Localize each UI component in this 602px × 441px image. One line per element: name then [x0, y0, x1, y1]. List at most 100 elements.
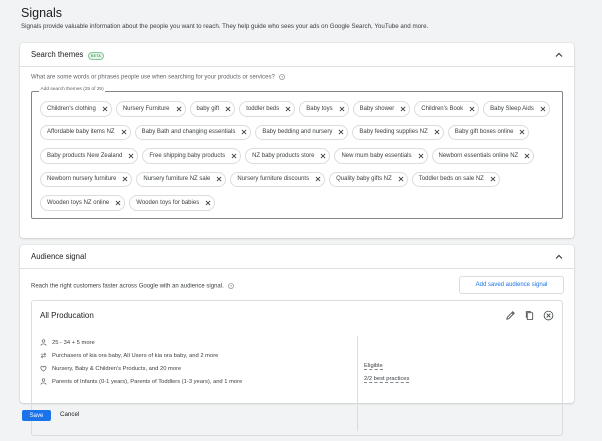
remove-chip-icon[interactable]	[320, 153, 326, 159]
help-icon[interactable]: ?	[227, 283, 234, 289]
audience-description-text: Reach the right customers faster across …	[31, 283, 224, 290]
question-text: What are some words or phrases people us…	[31, 74, 275, 81]
search-themes-title: Search themes	[31, 50, 84, 59]
remove-chip-icon[interactable]	[338, 129, 344, 135]
remove-chip-icon[interactable]	[205, 200, 211, 206]
search-themes-field-label: Add search themes (25 of 25)	[39, 87, 106, 92]
search-theme-chip-label: Baby bedding and nursery	[262, 129, 333, 136]
remove-chip-icon[interactable]	[315, 176, 321, 182]
audience-demographics-row: 25 - 34 + 5 more	[40, 339, 95, 346]
search-theme-chip: Children's clothing	[40, 101, 112, 117]
search-theme-chip: Newborn nursery furniture	[40, 171, 133, 187]
heart-icon	[40, 365, 47, 372]
remove-chip-icon[interactable]	[418, 153, 424, 159]
remove-chip-icon[interactable]	[102, 106, 108, 112]
search-theme-chip-label: Baby Sleep Aids	[490, 105, 534, 112]
audience-name: All Producation	[40, 311, 94, 320]
search-theme-chip-label: New mum baby essentials	[341, 152, 412, 159]
search-theme-chip: Affordable baby items NZ	[40, 124, 131, 140]
remove-chip-icon[interactable]	[339, 106, 345, 112]
search-theme-chip-label: Newborn essentials online NZ	[438, 152, 519, 159]
interests-text: Nursery, Baby & Children's Products, and…	[52, 365, 182, 372]
search-theme-chip: Baby Sleep Aids	[483, 101, 550, 117]
audience-interests-row: Nursery, Baby & Children's Products, and…	[40, 365, 181, 372]
audience-signal-card: Audience signal Reach the right customer…	[20, 245, 574, 436]
audience-signal-description: Reach the right customers faster across …	[31, 283, 234, 290]
search-theme-chip-label: Nursery Furniture	[122, 105, 170, 112]
search-theme-chip-label: Baby Bath and changing essentials	[141, 129, 236, 136]
remove-chip-icon[interactable]	[490, 176, 496, 182]
remove-chip-icon[interactable]	[469, 106, 475, 112]
search-theme-chip-label: Children's Book	[421, 105, 464, 112]
add-saved-audience-button[interactable]: Add saved audience signal	[459, 276, 564, 294]
search-theme-chip: Baby Bath and changing essentials	[134, 124, 252, 140]
remove-chip-icon[interactable]	[122, 176, 128, 182]
page-title: Signals	[21, 6, 62, 20]
search-theme-chip: toddler beds	[239, 101, 296, 117]
parents-text: Parents of Infants (0-1 years), Parents …	[52, 378, 243, 385]
search-theme-chip-label: Baby feeding supplies NZ	[359, 129, 428, 136]
remove-chip-icon[interactable]	[524, 153, 530, 159]
remove-chip-icon[interactable]	[400, 106, 406, 112]
remove-chip-icon[interactable]	[216, 176, 222, 182]
audience-actions	[505, 310, 554, 321]
chevron-up-icon[interactable]	[554, 252, 564, 262]
search-theme-chip: Baby shower	[352, 101, 411, 117]
help-icon[interactable]: ?	[279, 74, 285, 80]
remove-chip-icon[interactable]	[540, 106, 546, 112]
svg-text:?: ?	[281, 75, 283, 79]
search-theme-chip: Nursery Furniture	[115, 101, 186, 117]
remove-chip-icon[interactable]	[121, 129, 127, 135]
demographics-text: 25 - 34 + 5 more	[52, 339, 95, 346]
remove-chip-icon[interactable]	[519, 129, 525, 135]
search-theme-chip-label: Newborn nursery furniture	[47, 176, 117, 183]
search-theme-chip: Nursery furniture NZ sale	[136, 171, 227, 187]
save-button[interactable]: Save	[22, 410, 51, 421]
search-theme-chip-label: Wooden toys NZ online	[47, 199, 110, 206]
svg-text:?: ?	[230, 284, 232, 288]
search-theme-chip: Baby bedding and nursery	[255, 124, 349, 140]
chevron-up-icon[interactable]	[554, 50, 564, 60]
remove-chip-icon[interactable]	[115, 200, 121, 206]
search-theme-chip-label: Quality baby gifts NZ	[336, 176, 392, 183]
swap-icon	[40, 352, 47, 359]
audience-parents-row: Parents of Infants (0-1 years), Parents …	[40, 378, 242, 385]
search-theme-chip-label: Children's clothing	[47, 105, 96, 112]
search-theme-chip-label: Nursery furniture NZ sale	[143, 176, 211, 183]
search-theme-chip: Newborn essentials online NZ	[431, 148, 535, 164]
remove-icon[interactable]	[543, 310, 554, 321]
search-theme-chip-label: Affordable baby items NZ	[47, 129, 115, 136]
remove-chip-icon[interactable]	[285, 106, 291, 112]
search-theme-chip: NZ baby products store	[245, 148, 331, 164]
search-theme-chip: Wooden toys NZ online	[40, 195, 126, 211]
remove-chip-icon[interactable]	[128, 153, 134, 159]
remove-chip-icon[interactable]	[398, 176, 404, 182]
audience-signal-header[interactable]: Audience signal	[20, 245, 574, 269]
search-themes-header[interactable]: Search themes BETA	[20, 43, 574, 67]
search-theme-chips: Children's clothing Nursery Furniture baby…	[40, 101, 560, 211]
search-theme-chip-label: NZ baby products store	[252, 152, 315, 159]
search-theme-chip: Wooden toys for babies	[129, 195, 216, 211]
search-theme-chip-label: Wooden toys for babies	[136, 199, 200, 206]
remove-chip-icon[interactable]	[231, 153, 237, 159]
remove-chip-icon[interactable]	[225, 106, 231, 112]
audience-panel: All Producation 25 - 34 + 5 more Purchas…	[31, 300, 563, 436]
search-theme-chip-label: Nursery furniture discounts	[237, 176, 310, 183]
remove-chip-icon[interactable]	[176, 106, 182, 112]
eligibility-status[interactable]: Eligible	[364, 363, 383, 370]
page-description: Signals provide valuable information abo…	[21, 23, 429, 30]
edit-icon[interactable]	[505, 310, 516, 321]
remove-chip-icon[interactable]	[241, 129, 247, 135]
remove-chip-icon[interactable]	[434, 129, 440, 135]
beta-badge: BETA	[88, 52, 104, 60]
search-theme-chip: Quality baby gifts NZ	[329, 171, 408, 187]
search-theme-chip: baby gift	[189, 101, 236, 117]
person-icon	[40, 378, 47, 385]
copy-icon[interactable]	[524, 310, 535, 321]
search-theme-chip-label: baby gift	[196, 105, 220, 112]
search-theme-chip: Baby toys	[299, 101, 349, 117]
search-theme-chip-label: Free shipping baby products	[149, 152, 226, 159]
cancel-button[interactable]: Cancel	[60, 411, 79, 418]
best-practices-status[interactable]: 2/2 best practices	[364, 376, 410, 383]
audience-divider	[357, 336, 358, 431]
